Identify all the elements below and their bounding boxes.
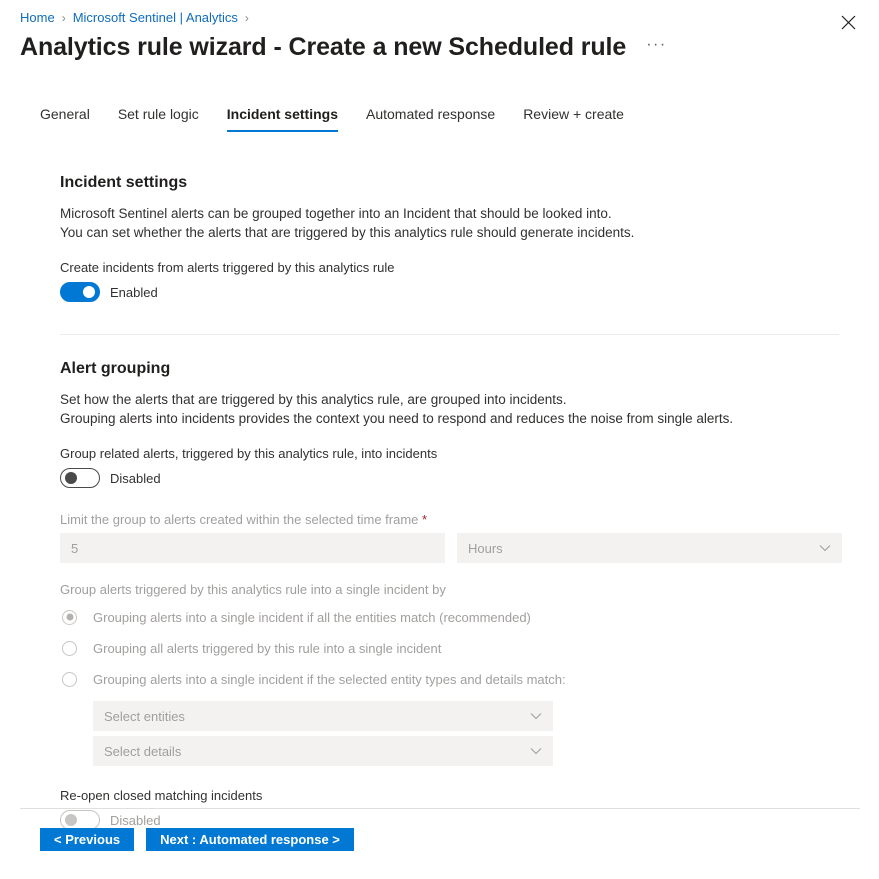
time-frame-label-text: Limit the group to alerts created within… [60,512,418,527]
tab-review-create[interactable]: Review + create [509,102,638,132]
group-related-alerts-toggle-row: Disabled [60,468,879,488]
footer-divider [20,808,860,809]
create-incidents-toggle-state: Enabled [110,285,158,300]
breadcrumb-separator-icon: › [62,9,66,27]
section-divider [60,334,839,335]
breadcrumb: Home › Microsoft Sentinel | Analytics › [20,9,256,27]
previous-button[interactable]: < Previous [40,828,134,851]
breadcrumb-item-home[interactable]: Home [20,9,55,27]
incident-settings-description-line2: You can set whether the alerts that are … [60,223,879,242]
create-incidents-toggle[interactable] [60,282,100,302]
tab-automated-response[interactable]: Automated response [352,102,509,132]
incident-settings-heading: Incident settings [60,174,879,192]
radio-option-selected-entity-types[interactable]: Grouping alerts into a single incident i… [62,667,879,691]
chevron-down-icon [530,712,542,720]
create-incidents-toggle-row: Enabled [60,282,879,302]
more-options-icon[interactable]: ··· [642,36,670,60]
group-related-alerts-label: Group related alerts, triggered by this … [60,446,879,461]
main-content: Incident settings Microsoft Sentinel ale… [0,150,879,830]
reopen-incidents-toggle-state: Disabled [110,813,161,828]
select-details-placeholder: Select details [104,744,181,759]
select-details-dropdown[interactable]: Select details [93,736,553,766]
time-frame-value-input[interactable]: 5 [60,533,445,563]
toggle-knob [83,286,95,298]
radio-option-all-entities-match[interactable]: Grouping alerts into a single incident i… [62,605,879,629]
radio-option-all-alerts-single-incident[interactable]: Grouping all alerts triggered by this ru… [62,636,879,660]
toggle-knob [65,814,77,826]
wizard-footer: < Previous Next : Automated response > [40,828,354,851]
alert-grouping-description-line1: Set how the alerts that are triggered by… [60,390,879,409]
reopen-incidents-toggle[interactable] [60,810,100,830]
wizard-tabs: General Set rule logic Incident settings… [26,102,638,132]
radio-option-label: Grouping all alerts triggered by this ru… [93,641,441,656]
select-entities-dropdown[interactable]: Select entities [93,701,553,731]
analytics-rule-wizard-page: Home › Microsoft Sentinel | Analytics › … [0,0,879,879]
radio-icon [62,610,77,625]
radio-icon [62,672,77,687]
breadcrumb-separator-icon-2: › [245,9,249,27]
group-related-alerts-toggle-state: Disabled [110,471,161,486]
tab-incident-settings[interactable]: Incident settings [213,102,352,132]
reopen-incidents-toggle-row: Disabled [60,810,879,830]
time-unit-select[interactable]: Hours [457,533,842,563]
radio-option-label: Grouping alerts into a single incident i… [93,672,566,687]
reopen-incidents-label: Re-open closed matching incidents [60,788,879,803]
group-related-alerts-toggle[interactable] [60,468,100,488]
time-unit-select-value: Hours [468,541,503,556]
alert-grouping-description-line2: Grouping alerts into incidents provides … [60,409,879,428]
incident-settings-description-line1: Microsoft Sentinel alerts can be grouped… [60,204,879,223]
select-entities-placeholder: Select entities [104,709,185,724]
time-frame-label: Limit the group to alerts created within… [60,512,879,527]
tab-set-rule-logic[interactable]: Set rule logic [104,102,213,132]
group-by-label: Group alerts triggered by this analytics… [60,582,879,597]
toggle-knob [65,472,77,484]
tab-general[interactable]: General [26,102,104,132]
title-row: Analytics rule wizard - Create a new Sch… [20,33,859,62]
close-icon[interactable] [832,6,864,38]
create-incidents-label: Create incidents from alerts triggered b… [60,260,879,275]
page-title: Analytics rule wizard - Create a new Sch… [20,33,626,62]
radio-option-label: Grouping alerts into a single incident i… [93,610,531,625]
breadcrumb-item-sentinel-analytics[interactable]: Microsoft Sentinel | Analytics [73,9,238,27]
alert-grouping-heading: Alert grouping [60,360,879,378]
next-automated-response-button[interactable]: Next : Automated response > [146,828,354,851]
radio-icon [62,641,77,656]
time-frame-input-row: 5 Hours [60,533,879,563]
required-marker: * [422,512,427,527]
chevron-down-icon [530,747,542,755]
chevron-down-icon [819,544,831,552]
